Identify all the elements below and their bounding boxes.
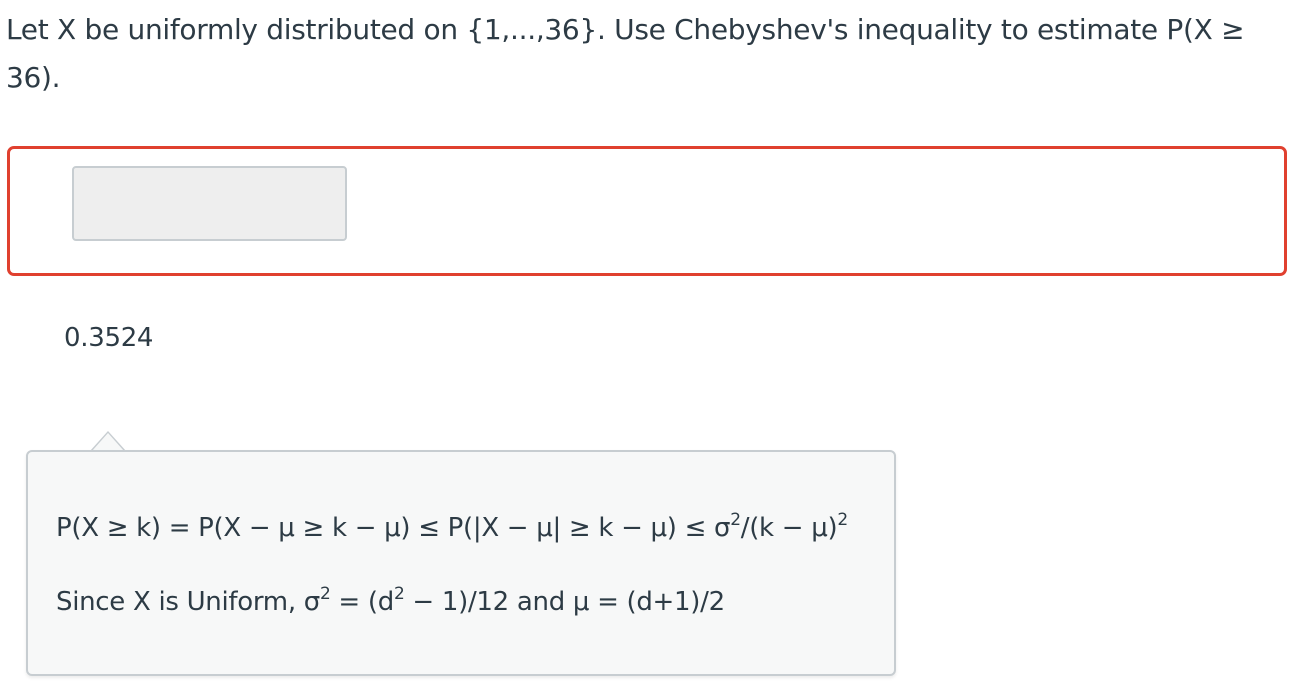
hint-explanation-box: P(X ≥ k) = P(X − μ ≥ k − μ) ≤ P(|X − μ| … bbox=[26, 450, 896, 676]
answer-input[interactable] bbox=[72, 166, 347, 241]
hint-line1-exponent-1: 2 bbox=[730, 510, 741, 530]
hint-line1-mid: /(k − μ) bbox=[740, 513, 838, 543]
question-text: Let X be uniformly distributed on {1,...… bbox=[6, 13, 1245, 94]
quiz-question-page: Let X be uniformly distributed on {1,...… bbox=[0, 0, 1303, 695]
hint-formula-chebyshev: P(X ≥ k) = P(X − μ ≥ k − μ) ≤ P(|X − μ| … bbox=[56, 510, 848, 546]
hint-line2-part-a: Since X is Uniform, σ bbox=[56, 587, 320, 617]
hint-line1-exponent-2: 2 bbox=[837, 510, 848, 530]
hint-line1-main: P(X ≥ k) = P(X − μ ≥ k − μ) ≤ P(|X − μ| … bbox=[56, 513, 731, 543]
correct-answer-value: 0.3524 bbox=[64, 323, 154, 353]
hint-line2-part-b: = (d bbox=[330, 587, 394, 617]
hint-line2-part-c: − 1)/12 and μ = (d+1)/2 bbox=[404, 587, 725, 617]
hint-formula-uniform: Since X is Uniform, σ2 = (d2 − 1)/12 and… bbox=[56, 584, 725, 620]
answer-container-incorrect bbox=[7, 146, 1287, 276]
hint-line2-exponent-1: 2 bbox=[319, 584, 331, 604]
hint-pointer-caret bbox=[90, 431, 126, 451]
hint-line2-exponent-2: 2 bbox=[393, 584, 405, 604]
